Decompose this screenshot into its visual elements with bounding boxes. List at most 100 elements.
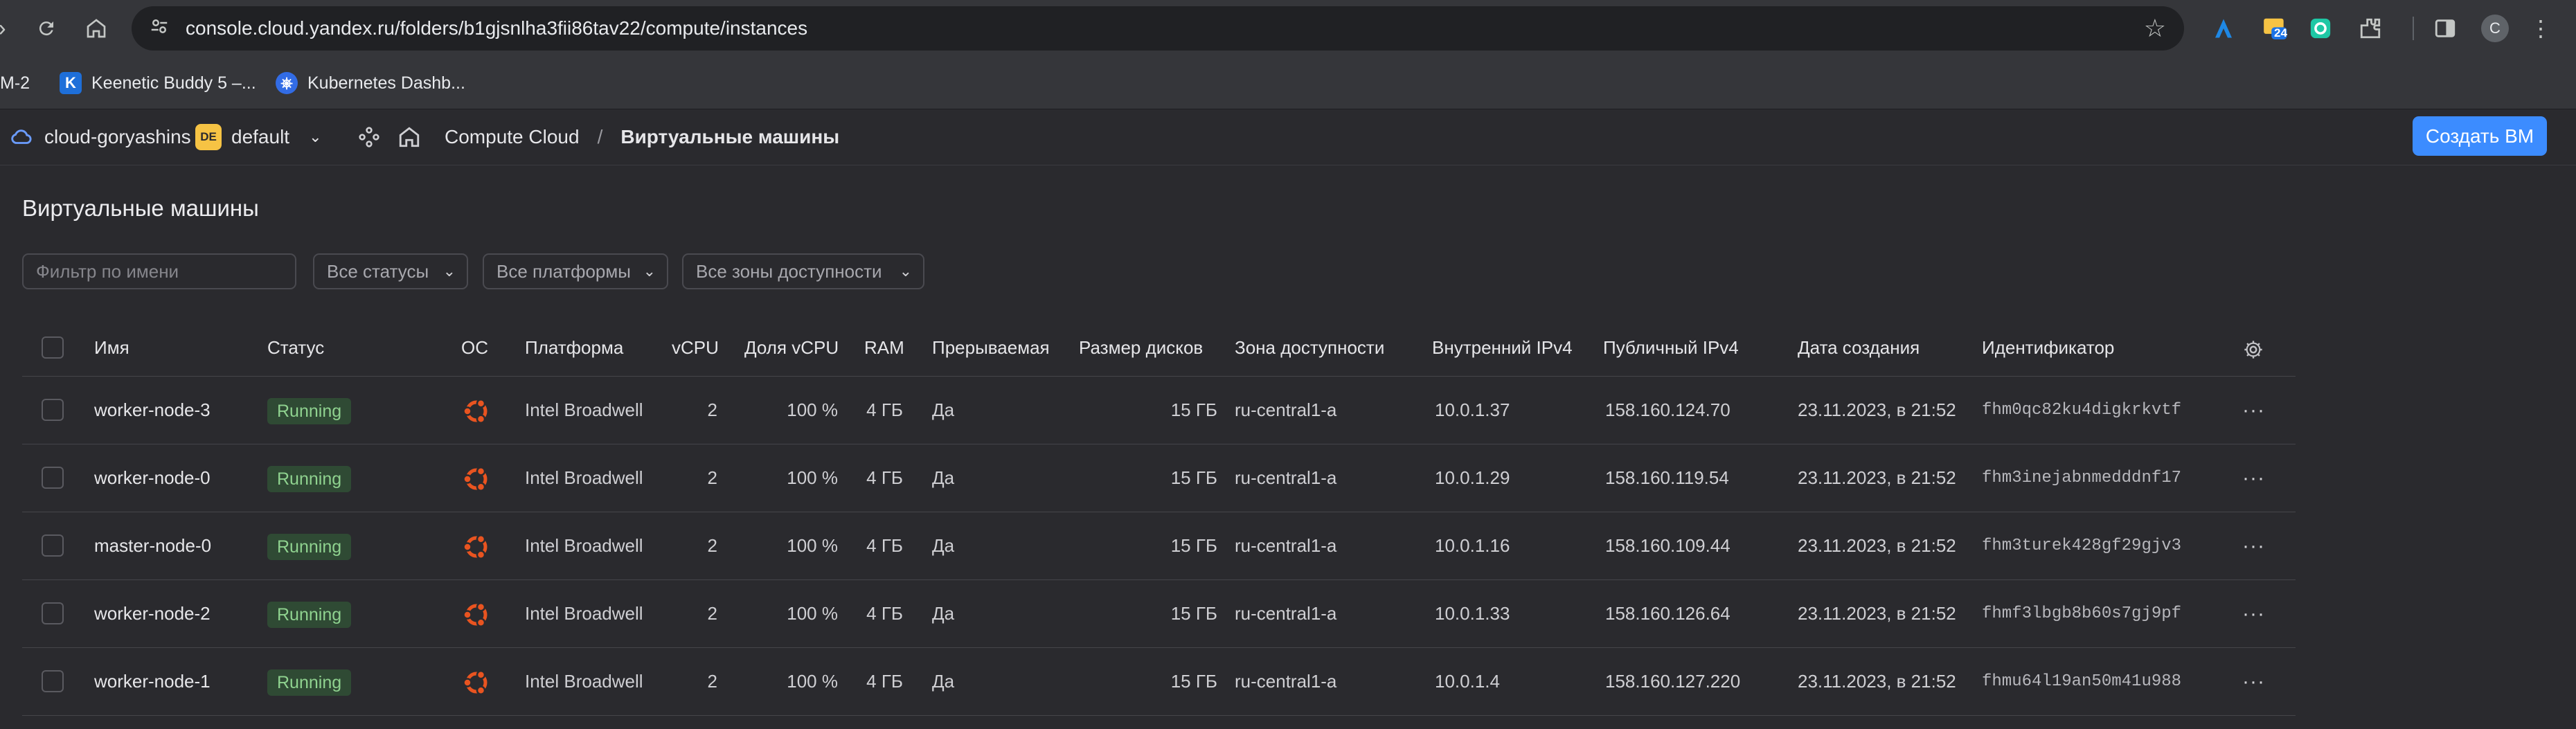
column-header-created[interactable]: Дата создания [1798, 319, 1920, 376]
bookmark-label: M-2 [0, 73, 30, 93]
breadcrumb-current: Виртуальные машины [620, 126, 840, 147]
public-ip-cell: 158.160.127.220 [1605, 671, 1741, 692]
preemptible-cell: Да [932, 671, 955, 692]
bookmark-star-icon[interactable]: ☆ [2144, 13, 2166, 44]
column-header-status[interactable]: Статус [267, 319, 324, 376]
row-checkbox[interactable] [42, 467, 64, 489]
status-badge: Running [267, 669, 352, 696]
column-header-vcpu[interactable]: vCPU [672, 319, 719, 376]
chevron-down-icon: ⌄ [442, 262, 456, 280]
platform-filter-select[interactable]: Все платформы ⌄ [483, 253, 668, 289]
reload-icon[interactable] [26, 8, 66, 48]
row-actions-more-icon[interactable]: ··· [2242, 648, 2265, 715]
table-row[interactable]: worker-node-2 Running Intel Broadwell 2 … [22, 580, 2296, 648]
public-ip-cell: 158.160.124.70 [1605, 399, 1730, 420]
table-row[interactable]: master-node-0 Running Intel Broadwell 2 … [22, 512, 2296, 580]
extension-blue-icon[interactable] [2208, 12, 2239, 44]
column-header-public-ip[interactable]: Публичный IPv4 [1603, 319, 1739, 376]
profile-initial: C [2481, 15, 2509, 42]
public-ip-cell: 158.160.126.64 [1605, 603, 1730, 624]
column-header-preemptible[interactable]: Прерываемая [932, 319, 1050, 376]
bookmark-item[interactable]: ⎈ Kubernetes Dashb... [276, 57, 465, 109]
table-settings-gear-icon[interactable] [2242, 319, 2264, 376]
browser-menu-icon[interactable]: ⋮ [2525, 12, 2557, 44]
column-header-ram[interactable]: RAM [864, 319, 904, 376]
home-icon[interactable] [397, 109, 421, 165]
folder-name: default [231, 126, 290, 147]
column-header-vcpu-share[interactable]: Доля vCPU [744, 319, 839, 376]
table-header-row: Имя Статус ОС Платформа vCPU Доля vCPU R… [22, 319, 2296, 377]
row-checkbox[interactable] [42, 534, 64, 557]
column-header-platform[interactable]: Платформа [525, 319, 623, 376]
ram-cell: 4 ГБ [866, 399, 903, 420]
internal-ip-cell: 10.0.1.16 [1435, 535, 1510, 556]
bookmark-item[interactable]: K Keenetic Buddy 5 –... [60, 57, 256, 109]
table-row[interactable]: worker-node-1 Running Intel Broadwell 2 … [22, 648, 2296, 716]
side-panel-icon[interactable] [2429, 12, 2461, 44]
status-cell: Running [267, 648, 352, 715]
column-header-name[interactable]: Имя [94, 319, 129, 376]
row-actions-more-icon[interactable]: ··· [2242, 580, 2265, 647]
column-header-zone[interactable]: Зона доступности [1235, 319, 1384, 376]
breadcrumb-service[interactable]: Compute Cloud [445, 109, 580, 165]
zone-cell: ru-central1-a [1235, 535, 1337, 556]
vm-name[interactable]: master-node-0 [94, 512, 211, 579]
zone-cell: ru-central1-a [1235, 671, 1337, 692]
platform-cell: Intel Broadwell [525, 399, 643, 420]
id-cell[interactable]: fhm0qc82ku4digkrkvtf [1982, 377, 2181, 444]
kubernetes-icon: ⎈ [276, 72, 298, 94]
name-filter-input[interactable] [22, 253, 296, 289]
created-cell: 23.11.2023, в 21:52 [1798, 535, 1956, 556]
url-text[interactable]: console.cloud.yandex.ru/folders/b1gjsnlh… [186, 6, 807, 51]
preemptible-cell: Да [932, 399, 955, 420]
bookmark-label: Kubernetes Dashb... [307, 73, 465, 93]
column-header-internal-ip[interactable]: Внутренний IPv4 [1432, 319, 1573, 376]
vm-name[interactable]: worker-node-0 [94, 444, 211, 512]
zone-filter-select[interactable]: Все зоны доступности ⌄ [682, 253, 924, 289]
table-row[interactable]: worker-node-0 Running Intel Broadwell 2 … [22, 444, 2296, 512]
created-cell: 23.11.2023, в 21:52 [1798, 467, 1956, 488]
platform-cell: Intel Broadwell [525, 603, 643, 624]
vcpu-share-cell: 100 % [787, 535, 838, 556]
divider [2397, 12, 2429, 44]
column-header-disk-size[interactable]: Размер дисков [1079, 319, 1203, 376]
platform-cell: Intel Broadwell [525, 535, 643, 556]
create-vm-button[interactable]: Создать ВМ [2413, 116, 2547, 156]
status-filter-select[interactable]: Все статусы ⌄ [313, 253, 468, 289]
forward-icon[interactable]: › [0, 8, 22, 48]
id-cell[interactable]: fhmu64l19an50m41u988 [1982, 648, 2181, 715]
row-actions-more-icon[interactable]: ··· [2242, 444, 2265, 512]
address-bar[interactable]: console.cloud.yandex.ru/folders/b1gjsnlh… [132, 6, 2184, 51]
public-ip-cell: 158.160.109.44 [1605, 535, 1730, 556]
folder-selector[interactable]: DE default ⌄ [195, 109, 322, 165]
bookmark-item[interactable]: M-2 [0, 57, 30, 109]
vm-name[interactable]: worker-node-3 [94, 377, 211, 444]
table-row[interactable]: worker-node-3 Running Intel Broadwell 2 … [22, 377, 2296, 444]
status-badge: Running [267, 466, 352, 493]
row-actions-more-icon[interactable]: ··· [2242, 377, 2265, 444]
cloud-selector[interactable]: cloud-goryashins [10, 109, 191, 165]
row-checkbox[interactable] [42, 670, 64, 692]
row-checkbox[interactable] [42, 399, 64, 421]
select-all-checkbox[interactable] [42, 336, 64, 359]
extension-mail-icon[interactable]: 24 [2259, 12, 2291, 44]
chevron-down-icon: ⌄ [899, 262, 912, 280]
vm-name[interactable]: worker-node-1 [94, 648, 211, 715]
extension-green-icon[interactable] [2305, 12, 2336, 44]
id-cell[interactable]: fhm3inejabnmedddnf17 [1982, 444, 2181, 512]
extensions-puzzle-icon[interactable] [2354, 12, 2386, 44]
home-icon[interactable] [76, 8, 116, 48]
site-settings-icon[interactable] [147, 16, 172, 41]
row-actions-more-icon[interactable]: ··· [2242, 512, 2265, 579]
row-checkbox[interactable] [42, 602, 64, 624]
id-cell[interactable]: fhm3turek428gf29gjv3 [1982, 512, 2181, 579]
vcpu-share-cell: 100 % [787, 671, 838, 692]
id-cell[interactable]: fhmf3lbgb8b60s7gj9pf [1982, 580, 2181, 647]
ubuntu-icon [460, 598, 493, 631]
column-header-os[interactable]: ОС [461, 319, 488, 376]
profile-avatar[interactable]: C [2479, 12, 2511, 44]
services-icon[interactable] [357, 109, 381, 165]
column-header-id[interactable]: Идентификатор [1982, 319, 2114, 376]
page-title: Виртуальные машины [22, 195, 259, 221]
vm-name[interactable]: worker-node-2 [94, 580, 211, 647]
